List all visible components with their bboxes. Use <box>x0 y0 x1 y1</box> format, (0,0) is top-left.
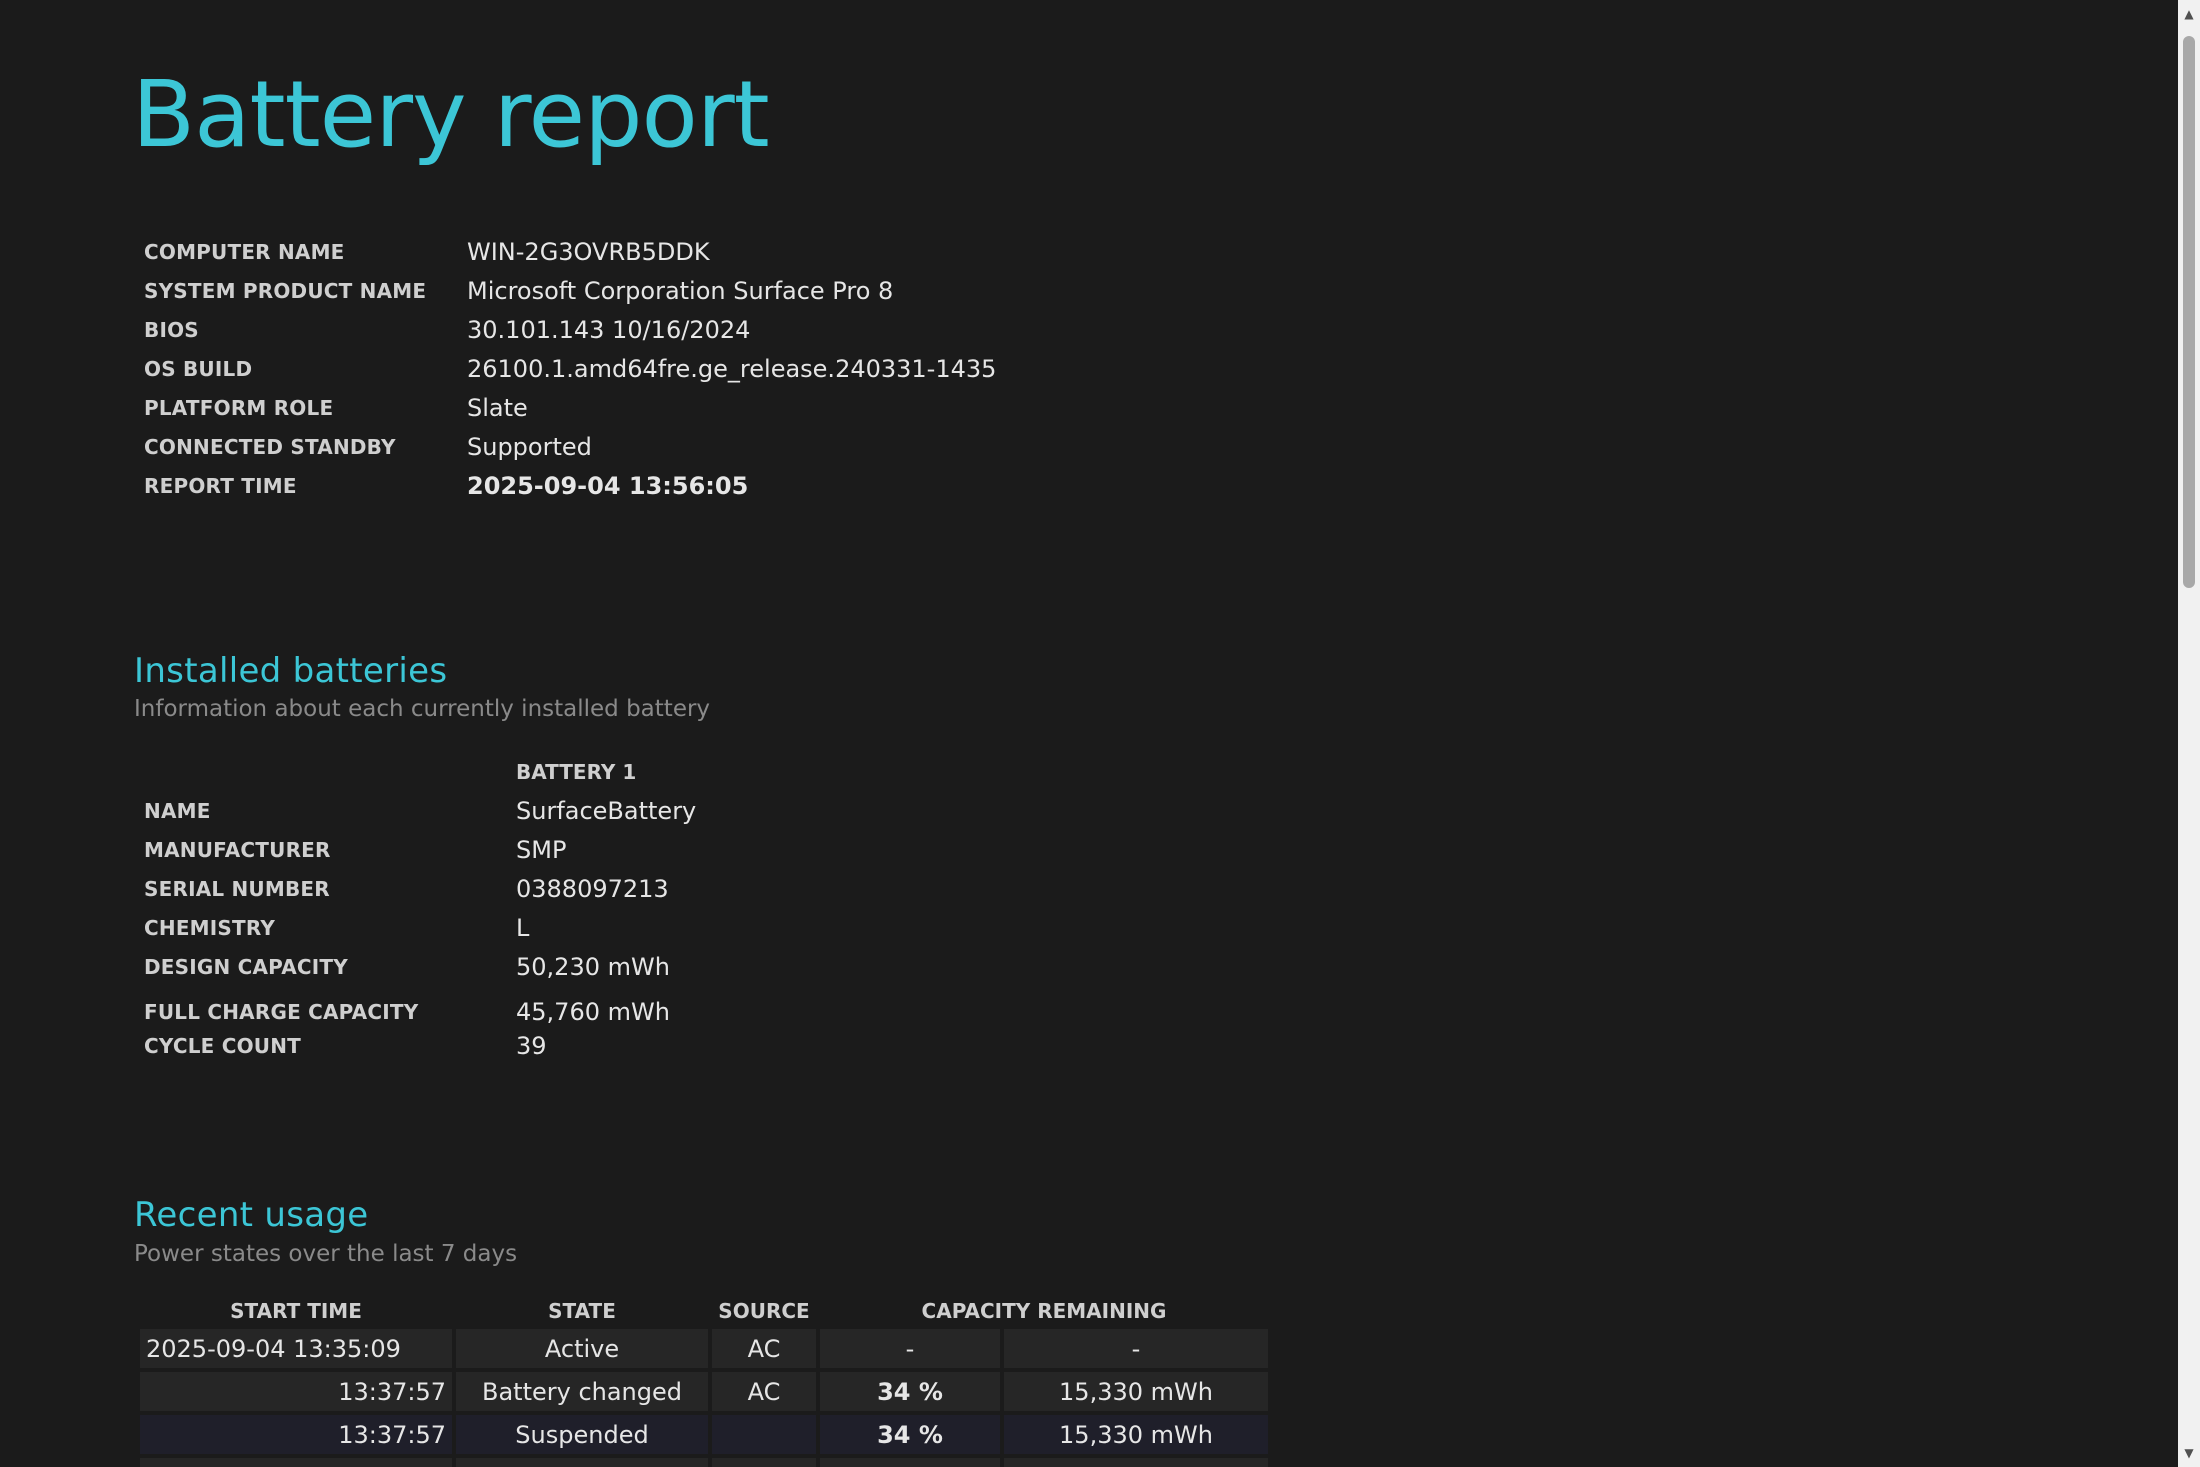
capacity-mwh-cell: - <box>1004 1329 1268 1372</box>
vertical-scrollbar[interactable]: ▲ ▼ <box>2178 0 2200 1467</box>
info-row-system-product-name: SYSTEM PRODUCT NAME Microsoft Corporatio… <box>134 271 996 310</box>
capacity-mwh-cell: 15,330 mWh <box>1004 1415 1268 1458</box>
battery-header-spacer <box>134 752 506 791</box>
scroll-up-icon[interactable]: ▲ <box>2178 4 2200 24</box>
table-row: 13:37:57 Suspended 34 % 15,330 mWh <box>140 1415 1268 1458</box>
system-info-table: COMPUTER NAME WIN-2G3OVRB5DDK SYSTEM PRO… <box>134 232 996 505</box>
battery-value: 0388097213 <box>516 874 669 903</box>
battery-value: 45,760 mWh <box>516 998 670 1026</box>
start-time-cell: 2025-09-04 13:35:09 <box>140 1329 452 1372</box>
info-value: 30.101.143 10/16/2024 <box>467 315 751 344</box>
info-key: SYSTEM PRODUCT NAME <box>144 278 427 303</box>
info-row-os-build: OS BUILD 26100.1.amd64fre.ge_release.240… <box>134 349 996 388</box>
page-title: Battery report <box>132 61 770 168</box>
info-value: 26100.1.amd64fre.ge_release.240331-1435 <box>467 354 997 383</box>
start-time-cell: 13:37:57 <box>140 1372 452 1415</box>
installed-batteries-heading: Installed batteries <box>134 651 448 691</box>
battery-row-serial-number: SERIAL NUMBER 0388097213 <box>134 869 696 908</box>
capacity-remaining-header: CAPACITY REMAINING <box>921 1299 1167 1323</box>
start-time-cell: 13:38:58 <box>140 1458 452 1467</box>
battery-row-design-capacity: DESIGN CAPACITY 50,230 mWh <box>134 947 696 986</box>
recent-usage-subtitle: Power states over the last 7 days <box>134 1241 518 1267</box>
battery-key: SERIAL NUMBER <box>144 876 330 901</box>
scroll-down-icon[interactable]: ▼ <box>2178 1443 2200 1463</box>
battery-column-header: BATTERY 1 <box>516 759 637 784</box>
info-key: REPORT TIME <box>144 473 297 498</box>
info-key: CONNECTED STANDBY <box>144 434 396 459</box>
battery-value: L <box>516 913 530 942</box>
report-content: Battery report COMPUTER NAME WIN-2G3OVRB… <box>0 0 2178 1467</box>
state-cell: Battery changed <box>456 1372 708 1415</box>
battery-key: FULL CHARGE CAPACITY <box>144 1000 419 1024</box>
battery-row-chemistry: CHEMISTRY L <box>134 908 696 947</box>
info-value: WIN-2G3OVRB5DDK <box>467 237 710 266</box>
battery-key: DESIGN CAPACITY <box>144 954 348 979</box>
state-cell: Active <box>456 1329 708 1372</box>
source-cell: AC <box>712 1458 816 1467</box>
table-row: 13:37:57 Battery changed AC 34 % 15,330 … <box>140 1372 1268 1415</box>
capacity-percent-cell: - <box>820 1329 1000 1372</box>
battery-report-page: Battery report COMPUTER NAME WIN-2G3OVRB… <box>0 0 2200 1467</box>
source-cell: AC <box>712 1372 816 1415</box>
state-cell: Active <box>456 1458 708 1467</box>
source-cell: AC <box>712 1329 816 1372</box>
battery-value: SMP <box>516 835 567 864</box>
info-row-connected-standby: CONNECTED STANDBY Supported <box>134 427 996 466</box>
battery-header-row: BATTERY 1 <box>134 752 696 791</box>
battery-row-name: NAME SurfaceBattery <box>134 791 696 830</box>
recent-usage-heading: Recent usage <box>134 1195 369 1235</box>
capacity-mwh-cell: 15,330 mWh <box>1004 1372 1268 1415</box>
info-value: Slate <box>467 393 528 422</box>
start-time-header: START TIME <box>230 1299 362 1323</box>
info-key: PLATFORM ROLE <box>144 395 334 420</box>
info-row-platform-role: PLATFORM ROLE Slate <box>134 388 996 427</box>
capacity-percent-cell: 34 % <box>820 1372 1000 1415</box>
info-row-report-time: REPORT TIME 2025-09-04 13:56:05 <box>134 466 996 505</box>
info-key: OS BUILD <box>144 356 253 381</box>
state-cell: Suspended <box>456 1415 708 1458</box>
info-row-computer-name: COMPUTER NAME WIN-2G3OVRB5DDK <box>134 232 996 271</box>
battery-key: CHEMISTRY <box>144 915 276 940</box>
scrollbar-thumb[interactable] <box>2183 36 2195 588</box>
info-key: COMPUTER NAME <box>144 239 345 264</box>
start-time-cell: 13:37:57 <box>140 1415 452 1458</box>
battery-key: MANUFACTURER <box>144 837 331 862</box>
battery-value: 39 <box>516 1031 547 1060</box>
battery-key: NAME <box>144 798 211 823</box>
battery-key: CYCLE COUNT <box>144 1033 301 1058</box>
capacity-mwh-cell: 15,930 mWh <box>1004 1458 1268 1467</box>
capacity-percent-cell: 34 % <box>820 1415 1000 1458</box>
info-key: BIOS <box>144 317 199 342</box>
recent-usage-table: START TIME STATE SOURCE CAPACITY REMAINI… <box>136 1293 1272 1467</box>
info-value: 2025-09-04 13:56:05 <box>467 471 749 500</box>
table-row: 2025-09-04 13:35:09 Active AC - - <box>140 1329 1268 1372</box>
info-row-bios: BIOS 30.101.143 10/16/2024 <box>134 310 996 349</box>
installed-batteries-table: BATTERY 1 NAME SurfaceBattery MANUFACTUR… <box>134 752 696 1065</box>
battery-row-cycle-count: CYCLE COUNT 39 <box>134 1026 696 1065</box>
battery-value: 50,230 mWh <box>516 952 670 981</box>
usage-header-row: START TIME STATE SOURCE CAPACITY REMAINI… <box>140 1293 1268 1329</box>
table-row: 13:38:58 Active AC 35 % 15,930 mWh <box>140 1458 1268 1467</box>
state-header: STATE <box>548 1299 616 1323</box>
source-header: SOURCE <box>718 1299 810 1323</box>
installed-batteries-subtitle: Information about each currently install… <box>134 696 711 722</box>
info-value: Supported <box>467 432 592 461</box>
capacity-percent-cell: 35 % <box>820 1458 1000 1467</box>
source-cell <box>712 1415 816 1458</box>
battery-row-manufacturer: MANUFACTURER SMP <box>134 830 696 869</box>
battery-value: SurfaceBattery <box>516 796 697 825</box>
battery-row-full-charge-capacity: FULL CHARGE CAPACITY 45,760 mWh <box>134 986 696 1026</box>
info-value: Microsoft Corporation Surface Pro 8 <box>467 276 894 305</box>
